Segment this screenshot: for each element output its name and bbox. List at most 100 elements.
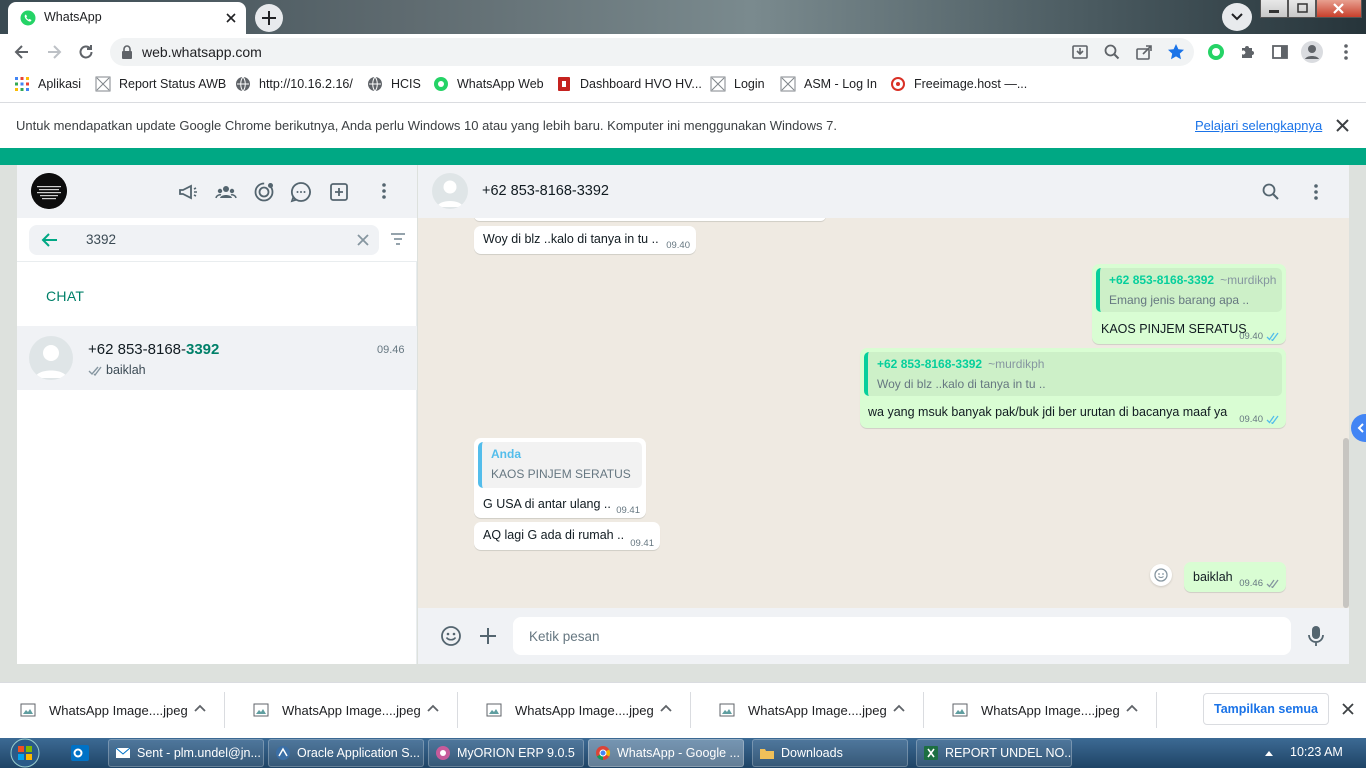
chevron-up-icon[interactable] (194, 704, 206, 712)
reload-icon[interactable] (76, 42, 96, 62)
lock-icon[interactable] (121, 45, 133, 59)
conversation-menu-icon[interactable] (1306, 182, 1326, 202)
quote-author: Anda (491, 447, 521, 461)
bookmark-freeimage-host[interactable]: Freeimage.host —... (890, 76, 1027, 92)
bookmark-report-status-awb[interactable]: Report Status AWB (95, 76, 226, 92)
download-filename: WhatsApp Image....jpeg (49, 702, 188, 718)
chevron-up-icon[interactable] (660, 704, 672, 712)
message-pane-scrollbar[interactable] (1343, 438, 1349, 608)
close-window-button[interactable] (1316, 0, 1362, 18)
conversation-avatar-icon[interactable] (432, 173, 468, 209)
taskbar-item-excel[interactable]: REPORT UNDEL NO... (916, 739, 1072, 767)
message-time: 09.41 (616, 505, 640, 516)
react-emoji-button[interactable] (1150, 564, 1172, 586)
chrome-icon (595, 745, 611, 761)
zoom-icon[interactable] (1102, 42, 1122, 62)
learn-more-link[interactable]: Pelajari selengkapnya (1195, 118, 1322, 133)
quoted-message[interactable]: +62 853-8168-3392 ~murdikph Emang jenis b… (1096, 268, 1282, 312)
install-app-icon[interactable] (1070, 42, 1090, 62)
bookmark-label: http://10.16.2.16/ (259, 77, 353, 91)
bookmark-login[interactable]: Login (710, 76, 765, 92)
taskbar-item-outlook[interactable]: Sent - plm.undel@jn... (108, 739, 264, 767)
taskbar-item-myorion[interactable]: MyORION ERP 9.0.5 (428, 739, 584, 767)
download-item[interactable]: WhatsApp Image....jpeg (233, 692, 458, 728)
tab-search-button[interactable] (1222, 3, 1252, 31)
bookmark-star-icon[interactable] (1166, 42, 1186, 62)
bookmark-label: ASM - Log In (804, 77, 877, 91)
whatsapp-extension-icon[interactable] (1206, 42, 1226, 62)
chat-list-item[interactable] (17, 326, 417, 390)
filter-icon[interactable] (389, 231, 407, 247)
bookmark-asm-log-in[interactable]: ASM - Log In (780, 76, 877, 92)
conversation-title: +62 853-8168-3392 (482, 183, 609, 199)
download-item[interactable]: WhatsApp Image....jpeg (0, 692, 225, 728)
chevron-up-icon[interactable] (893, 704, 905, 712)
back-icon[interactable] (12, 42, 32, 62)
communities-megaphone-icon[interactable] (177, 181, 199, 203)
bookmark-label: HCIS (391, 77, 421, 91)
attach-plus-icon[interactable] (478, 626, 498, 646)
bookmark-hcis[interactable]: HCIS (367, 76, 421, 92)
address-bar[interactable]: web.whatsapp.com (110, 38, 1194, 66)
taskbar-item-label: MyORION ERP 9.0.5 (457, 746, 575, 760)
chrome-menu-icon[interactable] (1336, 42, 1356, 62)
search-input[interactable] (86, 232, 336, 247)
bookmark-http-10-16-2-16[interactable]: http://10.16.2.16/ (235, 76, 353, 92)
profile-avatar-icon[interactable] (1300, 40, 1324, 64)
bookmark-dashboard-hvo[interactable]: Dashboard HVO HV... (556, 76, 702, 92)
message-text: Woy di blz ..kalo di tanya in tu .. (483, 232, 659, 246)
chevron-up-icon[interactable] (427, 704, 439, 712)
quoted-message[interactable]: Anda KAOS PINJEM SERATUS (478, 442, 642, 488)
download-item[interactable]: WhatsApp Image....jpeg (699, 692, 924, 728)
clear-search-icon[interactable] (357, 234, 369, 246)
quoted-message[interactable]: +62 853-8168-3392 ~murdikph Woy di blz ..… (864, 352, 1282, 396)
channels-icon[interactable] (290, 181, 312, 203)
new-chat-icon[interactable] (328, 181, 350, 203)
side-panel-toggle-icon[interactable] (1351, 414, 1366, 442)
extensions-puzzle-icon[interactable] (1238, 42, 1258, 62)
new-tab-button[interactable] (255, 4, 283, 32)
search-messages-icon[interactable] (1261, 182, 1281, 202)
taskbar-item-oracle[interactable]: Oracle Application S... (268, 739, 424, 767)
message-bubble-outgoing[interactable]: +62 853-8168-3392 ~murdikph Woy di blz ..… (860, 348, 1286, 428)
message-bubble-outgoing[interactable]: +62 853-8168-3392 ~murdikph Emang jenis b… (1092, 264, 1286, 344)
side-panel-icon[interactable] (1270, 42, 1290, 62)
message-bubble-incoming[interactable]: Anda KAOS PINJEM SERATUS G USA di antar … (474, 438, 646, 518)
emoji-icon[interactable] (440, 625, 462, 647)
system-clock[interactable]: 10:23 AM (1290, 745, 1343, 759)
message-bubble-outgoing[interactable]: baiklah 09.46 (1184, 562, 1286, 592)
sidebar-menu-icon[interactable] (373, 181, 395, 203)
show-all-downloads-button[interactable]: Tampilkan semua (1203, 693, 1329, 725)
windows-start-icon[interactable] (4, 738, 46, 768)
bookmark-aplikasi[interactable]: Aplikasi (14, 76, 81, 92)
outlook-mail-icon (115, 745, 131, 761)
search-box[interactable] (29, 225, 379, 255)
share-icon[interactable] (1134, 42, 1154, 62)
image-file-icon (486, 702, 502, 718)
minimize-window-button[interactable] (1260, 0, 1288, 18)
bookmark-label: Freeimage.host —... (914, 77, 1028, 91)
status-icon[interactable] (253, 181, 275, 203)
back-arrow-icon[interactable] (39, 231, 59, 249)
communities-icon[interactable] (215, 181, 237, 203)
message-bubble-incoming[interactable]: AQ lagi G ada di rumah .. 09.41 (474, 522, 660, 550)
download-item[interactable]: WhatsApp Image....jpeg (466, 692, 691, 728)
close-infobar-icon[interactable] (1336, 119, 1349, 132)
show-hidden-icons-icon[interactable] (1264, 749, 1274, 757)
download-item[interactable]: WhatsApp Image....jpeg (932, 692, 1157, 728)
message-bubble-incoming[interactable]: Woy di blz ..kalo di tanya in tu .. 09.4… (474, 226, 696, 254)
browser-tab-whatsapp[interactable]: WhatsApp (8, 2, 246, 34)
taskbar-item-downloads[interactable]: Downloads (752, 739, 908, 767)
message-input[interactable] (513, 617, 1291, 655)
bookmark-whatsapp-web[interactable]: WhatsApp Web (433, 76, 544, 92)
close-tab-icon[interactable] (224, 11, 238, 25)
forward-icon[interactable] (44, 42, 64, 62)
maximize-window-button[interactable] (1288, 0, 1316, 18)
close-downloads-icon[interactable] (1342, 703, 1354, 715)
chevron-up-icon[interactable] (1126, 704, 1138, 712)
message-text: G USA di antar ulang .. (483, 497, 611, 511)
microphone-icon[interactable] (1307, 624, 1325, 648)
profile-avatar[interactable] (31, 173, 67, 209)
outlook-pinned-icon[interactable] (70, 743, 90, 763)
taskbar-item-chrome[interactable]: WhatsApp - Google ... (588, 739, 744, 767)
